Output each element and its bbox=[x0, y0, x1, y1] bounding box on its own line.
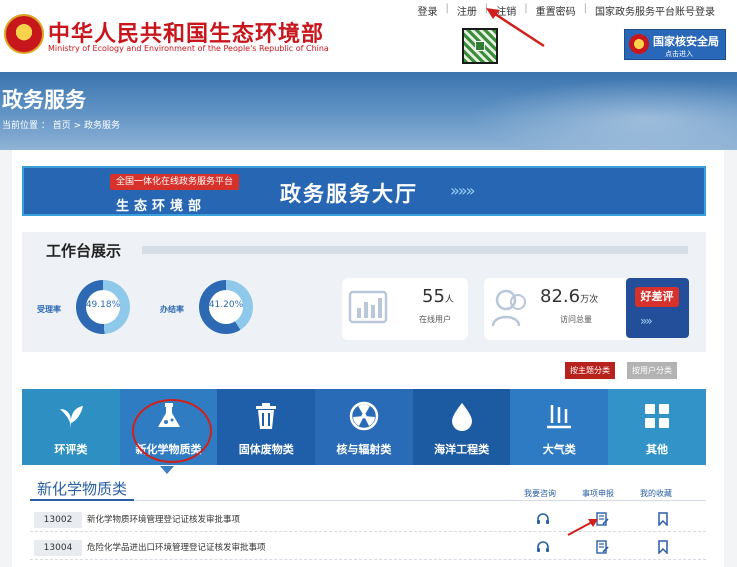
service-hall-banner[interactable]: 全国一体化在线政务服务平台 生态环境部 政务服务大厅 »»» bbox=[22, 166, 706, 216]
radiation-icon bbox=[349, 401, 379, 431]
total-visits-label: 访问总量 bbox=[560, 315, 592, 324]
workbench-title: 工作台展示 bbox=[46, 242, 122, 260]
site-header: ★ 中华人民共和国生态环境部 Ministry of Ecology and E… bbox=[0, 0, 737, 72]
tab-label: 环评类 bbox=[54, 443, 88, 456]
tab-nuclear-radiation[interactable]: 核与辐射类 bbox=[315, 389, 413, 465]
evaluation-button[interactable]: 好差评 »» bbox=[626, 278, 689, 338]
acceptance-rate-label: 受理率 bbox=[37, 305, 61, 314]
bookmark-icon[interactable] bbox=[656, 540, 670, 554]
tab-label: 大气类 bbox=[542, 443, 576, 456]
tab-air[interactable]: 大气类 bbox=[510, 389, 609, 465]
tab-solid-waste[interactable]: 固体废物类 bbox=[217, 389, 316, 465]
trash-icon bbox=[256, 403, 277, 429]
section-title: 新化学物质类 bbox=[37, 480, 128, 498]
classify-by-user-button[interactable]: 按用户分类 bbox=[627, 362, 677, 379]
tab-marine-engineering[interactable]: 海洋工程类 bbox=[412, 389, 511, 465]
item-code: 13004 bbox=[34, 540, 82, 556]
completion-rate-value: 41.20% bbox=[208, 300, 244, 310]
item-name[interactable]: 危险化学品进出口环境管理登记证核发审批事项 bbox=[87, 541, 266, 553]
emblem-icon bbox=[629, 34, 649, 54]
chevron-right-icon: »»» bbox=[450, 181, 475, 200]
national-platform-login-link[interactable]: 国家政务服务平台账号登录 bbox=[587, 3, 723, 18]
nuclear-safety-admin-button[interactable]: 国家核安全局 点击进入 bbox=[624, 29, 726, 60]
divider bbox=[142, 246, 688, 254]
item-name[interactable]: 新化学物质环境管理登记证核发审批事项 bbox=[87, 513, 240, 525]
nsa-title: 国家核安全局 bbox=[653, 35, 719, 48]
workbench-panel: 工作台展示 受理率 49.18% 办结率 41.20% 55人 在线用户 82.… bbox=[22, 232, 706, 352]
classify-by-topic-button[interactable]: 按主题分类 bbox=[565, 362, 615, 379]
headset-icon[interactable] bbox=[536, 512, 550, 526]
nsa-enter-label: 点击进入 bbox=[665, 50, 693, 58]
completion-rate-label: 办结率 bbox=[160, 305, 184, 314]
tab-label: 固体废物类 bbox=[238, 443, 294, 456]
platform-badge: 全国一体化在线政务服务平台 bbox=[110, 174, 240, 190]
category-tabs: 环评类 新化学物质类 固体废物类 核与辐射类 海洋工程类 大气类 其他 bbox=[22, 389, 706, 465]
national-emblem-icon: ★ bbox=[4, 14, 44, 54]
favorites-column-header: 我的收藏 bbox=[640, 489, 672, 498]
breadcrumb[interactable]: 当前位置 ： 首页 > 政务服务 bbox=[2, 118, 120, 131]
consult-column-header: 我要咨询 bbox=[524, 489, 556, 498]
annotation-arrow-icon bbox=[486, 8, 545, 48]
tab-label: 海洋工程类 bbox=[434, 443, 490, 456]
page-banner: 政务服务 当前位置 ： 首页 > 政务服务 bbox=[0, 72, 737, 150]
tab-label: 其他 bbox=[645, 443, 668, 456]
completion-rate-donut: 41.20% bbox=[199, 280, 253, 334]
online-users-label: 在线用户 bbox=[419, 315, 451, 324]
water-drop-icon bbox=[451, 403, 472, 431]
grid-icon bbox=[645, 404, 670, 428]
apply-column-header: 事项申报 bbox=[582, 489, 614, 498]
online-users-number: 55人 bbox=[422, 286, 454, 307]
bar-chart-icon bbox=[348, 290, 388, 324]
top-links: 登录 | 注册 | 注销 | 重置密码 | 国家政务服务平台账号登录 bbox=[410, 3, 724, 18]
headset-icon[interactable] bbox=[536, 540, 550, 554]
annotation-arrow-icon bbox=[567, 519, 598, 536]
annotation-circle bbox=[132, 399, 212, 463]
divider bbox=[30, 499, 134, 501]
total-visits-card: 82.6万次 访问总量 bbox=[484, 278, 634, 340]
online-users-card: 55人 在线用户 bbox=[342, 278, 468, 340]
users-icon bbox=[491, 289, 526, 327]
tab-label: 核与辐射类 bbox=[336, 443, 392, 456]
total-visits-number: 82.6万次 bbox=[540, 286, 599, 307]
air-icon bbox=[547, 405, 572, 429]
active-tab-pointer bbox=[160, 466, 174, 474]
item-code: 13002 bbox=[34, 512, 82, 528]
evaluation-label: 好差评 bbox=[635, 287, 679, 307]
ministry-name-en: Ministry of Ecology and Environment of t… bbox=[48, 44, 329, 53]
bookmark-icon[interactable] bbox=[656, 512, 670, 526]
table-row[interactable]: 13002 新化学物质环境管理登记证核发审批事项 bbox=[30, 508, 706, 532]
apply-form-icon[interactable] bbox=[595, 540, 609, 554]
acceptance-rate-value: 49.18% bbox=[85, 300, 121, 310]
page-title: 政务服务 bbox=[2, 88, 86, 112]
acceptance-rate-donut: 49.18% bbox=[76, 280, 130, 334]
table-row[interactable]: 13004 危险化学品进出口环境管理登记证核发审批事项 bbox=[30, 536, 706, 560]
hall-title: 政务服务大厅 bbox=[280, 182, 418, 206]
leaf-icon bbox=[60, 406, 83, 429]
login-link[interactable]: 登录 bbox=[410, 3, 446, 18]
tab-eia[interactable]: 环评类 bbox=[22, 389, 120, 465]
chevron-right-icon: »» bbox=[640, 314, 653, 328]
hall-subtitle: 生态环境部 bbox=[116, 199, 207, 214]
tab-other[interactable]: 其他 bbox=[608, 389, 706, 465]
